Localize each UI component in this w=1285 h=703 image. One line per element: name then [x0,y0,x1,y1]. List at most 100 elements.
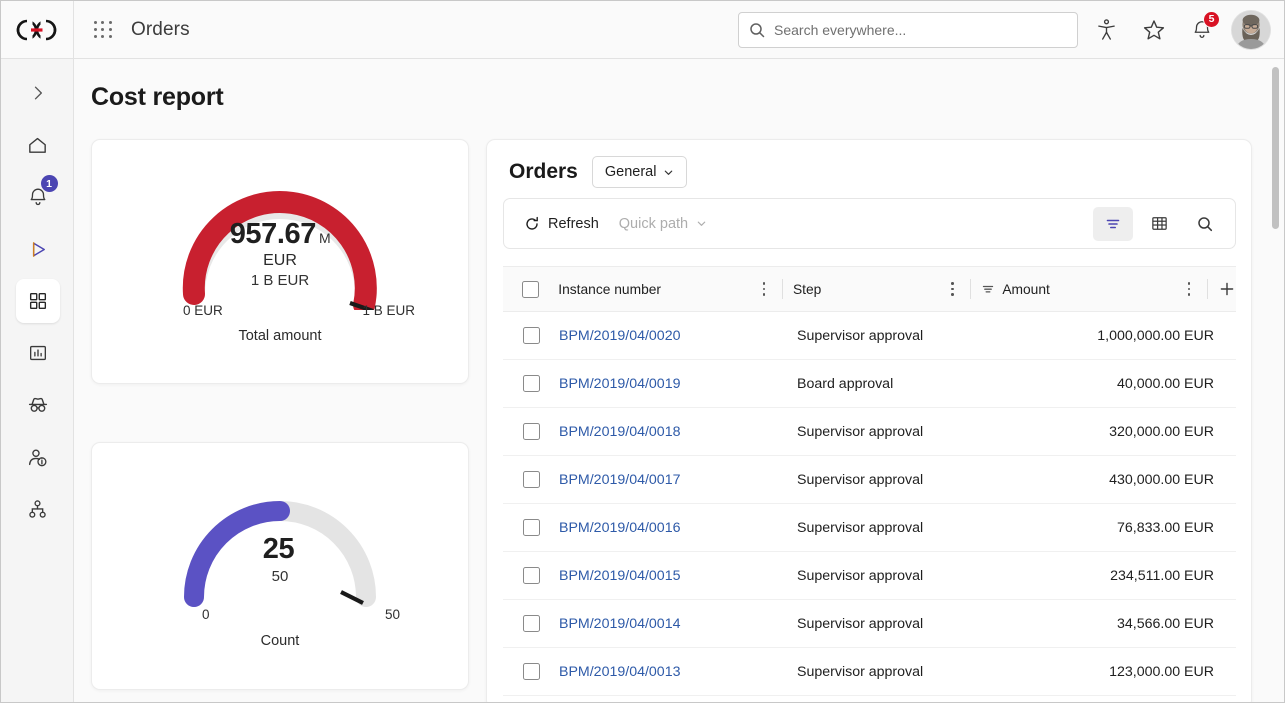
instance-number-link[interactable]: BPM/2019/04/0016 [559,520,680,536]
sidebar-item-user-details[interactable] [1,431,74,483]
orders-title: Orders [509,160,578,183]
page-scrollbar-thumb[interactable] [1272,67,1279,229]
instance-number-link[interactable]: BPM/2019/04/0014 [559,616,680,632]
hierarchy-icon [29,499,46,518]
column-header-instance-number[interactable]: Instance number [558,266,793,312]
star-icon[interactable] [1134,10,1174,50]
column-menu-icon[interactable] [944,282,960,296]
orders-panel: Orders General Refresh Quick path Instan… [486,139,1252,702]
cell-instance-number: BPM/2019/04/0016 [559,519,797,537]
table-body: BPM/2019/04/0020 Supervisor approval 1,000… [503,312,1236,696]
table-row[interactable]: BPM/2019/04/0015 Supervisor approval 234,5… [503,552,1236,600]
instance-number-link[interactable]: BPM/2019/04/0019 [559,376,680,392]
sidebar-item-anonymous[interactable] [1,379,74,431]
row-checkbox[interactable] [522,519,540,536]
sidebar-item-applications[interactable] [1,275,74,327]
sidebar-item-processes[interactable] [1,223,74,275]
table-row[interactable]: BPM/2019/04/0019 Board approval 40,000.00 … [503,360,1236,408]
gauge-min-label: 0 [202,607,210,622]
column-menu-icon[interactable] [1181,282,1197,296]
search-input[interactable]: Search everywhere... [738,11,1078,48]
cell-step: Supervisor approval [797,567,924,584]
user-avatar[interactable] [1232,10,1270,49]
add-column-button[interactable] [1218,266,1236,312]
sidebar-notification-badge: 1 [40,175,58,192]
cell-instance-number: BPM/2019/04/0014 [559,615,797,633]
table-row[interactable]: BPM/2019/04/0016 Supervisor approval 76,83… [503,504,1236,552]
chevron-down-icon [665,170,673,175]
sidebar-item-reports[interactable] [1,327,74,379]
column-label: Amount [1002,281,1050,297]
column-header-step[interactable]: Step [793,266,981,312]
view-selector-general[interactable]: General [591,156,688,188]
instance-number-link[interactable]: BPM/2019/04/0017 [559,472,680,488]
gauge-arc-count [184,501,376,607]
quick-path-label: Quick path [618,215,689,232]
cell-step: Supervisor approval [797,327,924,344]
table-row[interactable]: BPM/2019/04/0013 Supervisor approval 123,0… [503,648,1236,696]
sidebar-item-organization[interactable] [1,483,74,535]
row-checkbox-cell [503,663,559,680]
app-title: Orders [131,18,190,40]
row-checkbox-cell [503,423,559,440]
row-checkbox[interactable] [522,615,540,632]
notifications-bell-icon[interactable]: 5 [1182,10,1222,50]
instance-number-link[interactable]: BPM/2019/04/0013 [559,664,680,680]
column-header-amount[interactable]: Amount [981,266,1218,312]
brand-logo[interactable] [1,1,74,58]
user-info-icon [28,449,47,466]
table-row[interactable]: BPM/2019/04/0018 Supervisor approval 320,0… [503,408,1236,456]
filter-button[interactable] [1093,206,1133,241]
view-selector-label: General [604,164,657,180]
accessibility-icon[interactable] [1086,10,1126,50]
cell-step: Supervisor approval [797,615,924,632]
sidebar-item-notifications[interactable]: 1 [1,171,74,223]
cell-step: Supervisor approval [797,471,924,488]
column-menu-icon[interactable] [756,282,772,296]
cell-step: Supervisor approval [797,519,924,536]
sidebar-item-home[interactable] [1,119,74,171]
refresh-label: Refresh [548,215,599,232]
instance-number-link[interactable]: BPM/2019/04/0018 [559,424,680,440]
incognito-icon [28,397,47,412]
gauge-title: Total amount [238,328,322,344]
instance-number-link[interactable]: BPM/2019/04/0020 [559,328,680,344]
select-all-checkbox[interactable] [522,280,540,298]
row-checkbox-cell [503,519,559,536]
search-placeholder: Search everywhere... [774,21,907,38]
play-triangle-icon [32,241,45,257]
row-checkbox[interactable] [522,375,540,392]
apps-grid-icon [29,292,46,310]
table-row[interactable]: BPM/2019/04/0017 Supervisor approval 430,0… [503,456,1236,504]
column-divider [970,279,972,299]
row-checkbox[interactable] [522,567,540,584]
cell-amount: 430,000.00 EUR [1109,471,1214,488]
cell-instance-number: BPM/2019/04/0018 [559,423,797,441]
refresh-button[interactable]: Refresh [514,207,609,241]
app-grid-icon[interactable] [93,20,113,40]
row-checkbox-cell [503,375,559,392]
table-settings-button[interactable] [1139,207,1179,241]
table-grid-icon [1151,217,1167,230]
row-checkbox[interactable] [522,663,540,680]
table-search-button[interactable] [1185,207,1225,241]
row-checkbox[interactable] [522,327,540,344]
row-checkbox[interactable] [522,423,540,440]
instance-number-link[interactable]: BPM/2019/04/0015 [559,568,680,584]
sidebar-item-expand[interactable] [1,67,74,119]
page-scrollbar-track[interactable] [1269,59,1282,702]
table-row[interactable]: BPM/2019/04/0014 Supervisor approval 34,56… [503,600,1236,648]
cell-step: Supervisor approval [797,423,924,440]
chart-bar-icon [29,345,46,361]
notification-count-badge: 5 [1203,10,1220,28]
home-icon [29,137,46,153]
cell-amount: 234,511.00 EUR [1110,567,1214,584]
table-row[interactable]: BPM/2019/04/0020 Supervisor approval 1,000… [503,312,1236,360]
left-navigation-rail: 1 [1,59,74,702]
search-icon [1198,216,1213,231]
quick-path-dropdown[interactable]: Quick path [609,207,717,241]
plus-icon [1220,282,1234,296]
gauge-min-label: 0 EUR [183,303,223,318]
row-checkbox[interactable] [522,471,540,488]
top-bar: Orders Search everywhere... 5 [1,1,1284,59]
